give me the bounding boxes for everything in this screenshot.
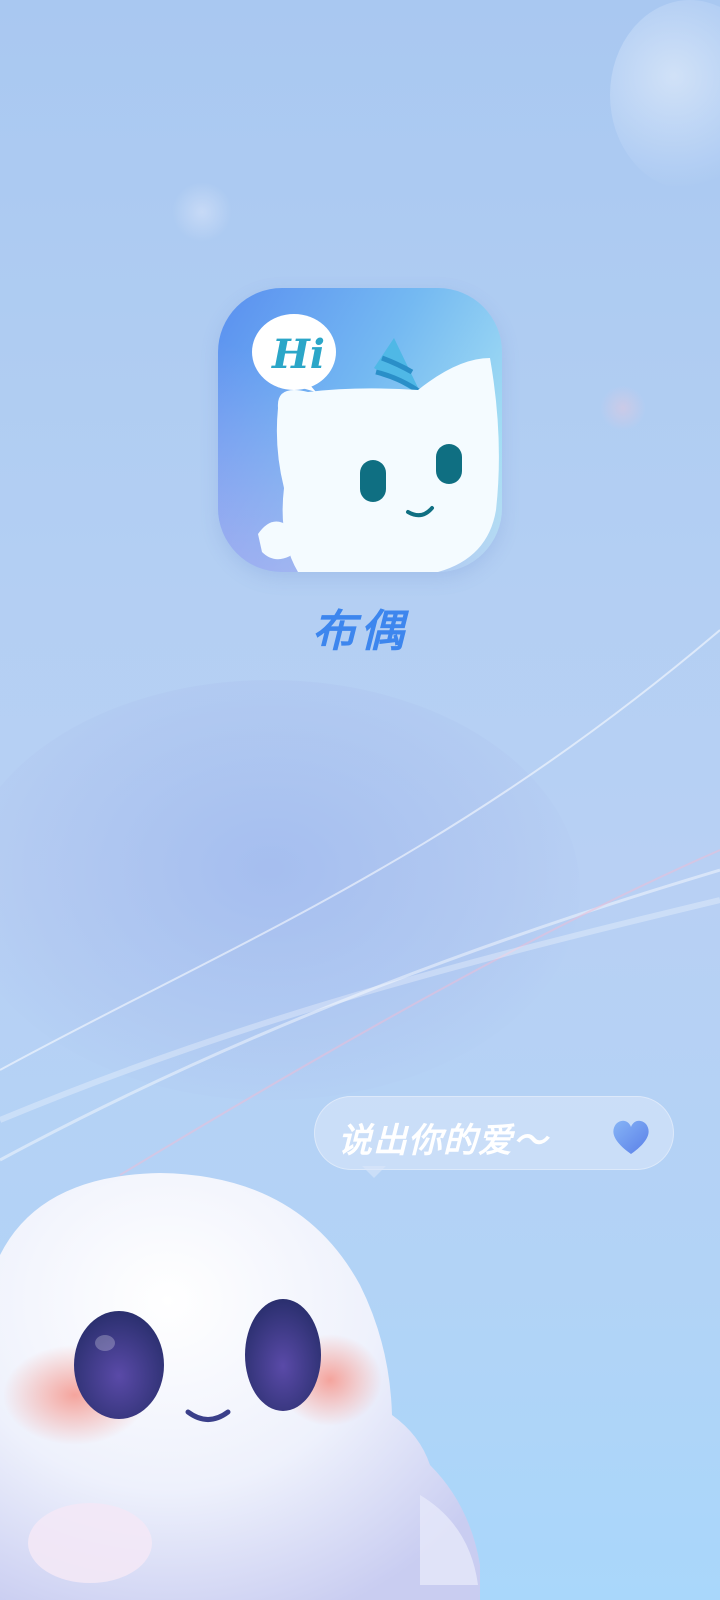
hi-text: Hi [271, 331, 325, 378]
app-icon: Hi [218, 288, 502, 572]
heart-icon [613, 1120, 649, 1154]
app-icon-art: Hi [252, 314, 499, 572]
app-name: 布偶 [312, 606, 408, 657]
decorative-bubble [600, 385, 646, 431]
ghost-mascot [0, 1173, 480, 1600]
speech-bubble-text: 说出你的爱～ [338, 1121, 548, 1161]
decorative-bubble [172, 182, 232, 242]
decorative-bubble [610, 0, 720, 190]
